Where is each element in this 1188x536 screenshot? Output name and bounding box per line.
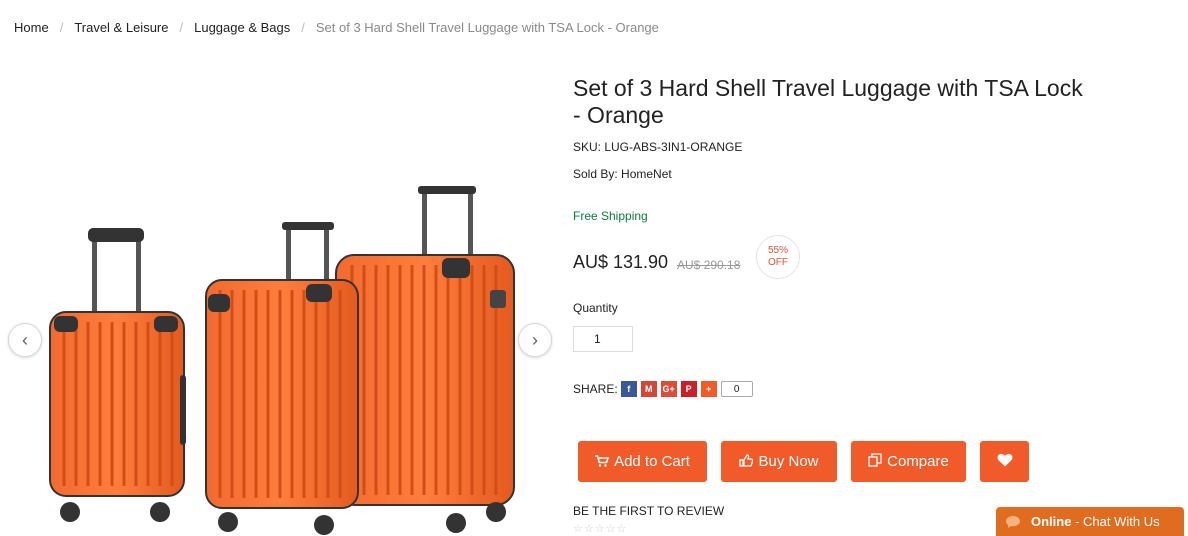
share-bar: SHARE: f M G+ P + 0 (573, 381, 753, 397)
discount-off-label: OFF (768, 257, 788, 268)
thumbs-up-icon (739, 453, 754, 470)
chat-dash: - (1071, 514, 1084, 529)
chevron-left-icon[interactable]: ‹ (8, 323, 42, 357)
quantity-input[interactable] (573, 326, 633, 352)
share-label: SHARE: (573, 382, 618, 396)
review-prompt[interactable]: BE THE FIRST TO REVIEW (573, 504, 724, 518)
google-plus-icon[interactable]: G+ (660, 381, 677, 397)
breadcrumb-current: Set of 3 Hard Shell Travel Luggage with … (315, 20, 659, 35)
breadcrumb-separator: / (301, 20, 305, 35)
copy-icon (868, 453, 882, 470)
chat-status: Online (1031, 514, 1072, 529)
buy-now-label: Buy Now (758, 453, 819, 470)
more-share-icon[interactable]: + (700, 381, 717, 397)
shipping-label: Free Shipping (573, 209, 648, 223)
chat-widget[interactable]: Online - Chat With Us (996, 507, 1184, 536)
small-suitcase (49, 228, 186, 522)
breadcrumb-separator: / (59, 20, 64, 35)
product-old-price: AU$ 290.18 (677, 258, 741, 272)
add-to-cart-label: Add to Cart (614, 453, 690, 470)
product-image[interactable] (40, 160, 520, 536)
share-count: 0 (720, 381, 753, 397)
quantity-label: Quantity (573, 301, 618, 315)
product-price: AU$ 131.90 (573, 252, 669, 272)
compare-label: Compare (887, 453, 949, 470)
breadcrumb-home[interactable]: Home (14, 20, 49, 35)
breadcrumb-luggage-bags[interactable]: Luggage & Bags (194, 20, 290, 35)
breadcrumb-travel-leisure[interactable]: Travel & Leisure (74, 20, 168, 35)
chat-bubble-icon (1005, 515, 1021, 529)
wishlist-button[interactable] (980, 441, 1029, 482)
buy-now-button[interactable]: Buy Now (721, 441, 837, 482)
discount-percent: 55% (767, 245, 788, 256)
pinterest-icon[interactable]: P (680, 381, 697, 397)
chevron-right-icon[interactable]: › (518, 323, 552, 357)
medium-suitcase (205, 222, 359, 535)
product-seller: Sold By: HomeNet (573, 167, 672, 181)
star-rating: ☆☆☆☆☆ (573, 523, 628, 535)
add-to-cart-button[interactable]: Add to Cart (578, 441, 707, 482)
cart-icon (595, 454, 610, 470)
product-sku: SKU: LUG-ABS-3IN1-ORANGE (573, 140, 743, 154)
breadcrumb-separator: / (179, 20, 184, 35)
discount-badge: 55% OFF (756, 235, 800, 279)
compare-button[interactable]: Compare (851, 441, 966, 482)
facebook-icon[interactable]: f (620, 381, 637, 397)
chat-label: Chat With Us (1083, 514, 1160, 529)
product-gallery: ‹ › (0, 160, 560, 536)
large-suitcase (335, 186, 515, 533)
gmail-icon[interactable]: M (640, 381, 657, 397)
product-actions: Add to Cart Buy Now Compare (578, 441, 1043, 482)
breadcrumb: Home / Travel & Leisure / Luggage & Bags… (14, 20, 659, 35)
heart-icon (997, 453, 1013, 471)
product-title: Set of 3 Hard Shell Travel Luggage with … (573, 75, 1083, 128)
